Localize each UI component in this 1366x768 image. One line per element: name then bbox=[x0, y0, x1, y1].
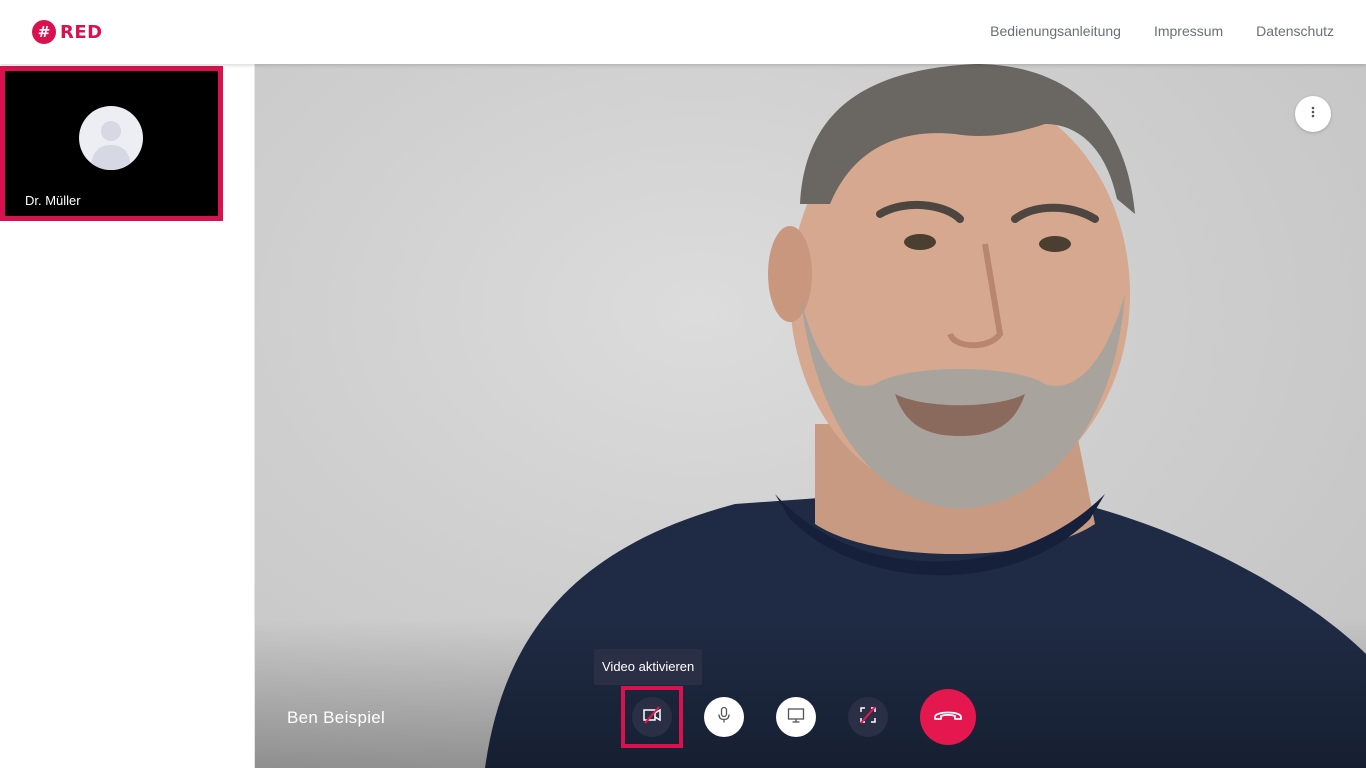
microphone-icon bbox=[715, 706, 733, 729]
logo-text: RED bbox=[60, 21, 103, 43]
user-avatar-icon bbox=[79, 106, 143, 170]
camera-off-icon bbox=[642, 705, 662, 730]
nav-link-bedienungsanleitung[interactable]: Bedienungsanleitung bbox=[990, 23, 1121, 39]
toggle-video-button[interactable] bbox=[632, 697, 672, 737]
screen-share-button[interactable] bbox=[776, 697, 816, 737]
more-vertical-icon bbox=[1311, 105, 1315, 123]
remote-caller-name: Ben Beispiel bbox=[287, 708, 386, 727]
hang-up-icon bbox=[933, 708, 963, 727]
participants-sidebar: Dr. Müller bbox=[0, 64, 255, 768]
fullscreen-off-icon bbox=[858, 705, 878, 730]
remote-video-stage: Ben Beispiel Video aktivieren bbox=[255, 64, 1366, 768]
nav-link-impressum[interactable]: Impressum bbox=[1154, 23, 1223, 39]
toggle-microphone-button[interactable] bbox=[704, 697, 744, 737]
nav-link-datenschutz[interactable]: Datenschutz bbox=[1256, 23, 1334, 39]
fullscreen-button[interactable] bbox=[848, 697, 888, 737]
red-logo[interactable]: # RED bbox=[32, 19, 103, 45]
participant-tile[interactable]: Dr. Müller bbox=[0, 66, 223, 221]
top-nav: Bedienungsanleitung Impressum Datenschut… bbox=[990, 23, 1334, 39]
video-tooltip: Video aktivieren bbox=[594, 649, 703, 685]
more-options-button[interactable] bbox=[1295, 96, 1331, 132]
hang-up-button[interactable] bbox=[920, 689, 976, 745]
screen-share-icon bbox=[787, 706, 805, 729]
logo-hash-badge: # bbox=[32, 20, 56, 44]
bottom-shade bbox=[255, 618, 1366, 768]
participant-name: Dr. Müller bbox=[25, 193, 81, 208]
top-bar: # RED Bedienungsanleitung Impressum Date… bbox=[0, 0, 1366, 64]
